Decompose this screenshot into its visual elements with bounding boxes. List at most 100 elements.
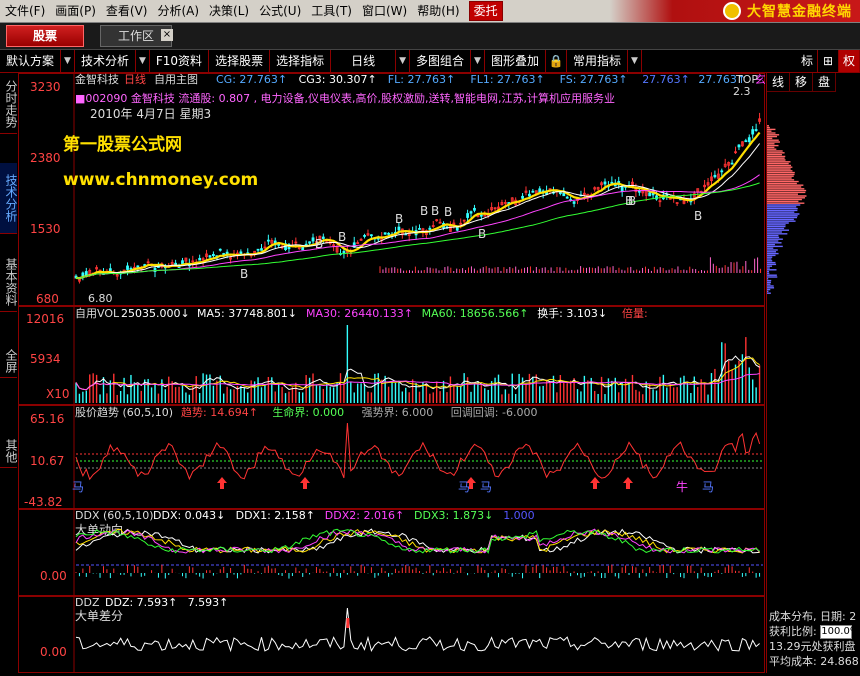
indicator-value: 换手: 3.103↓	[537, 306, 607, 320]
right-tab-board[interactable]: 盘	[813, 73, 836, 92]
panel-frames	[18, 73, 765, 673]
side-tab-other[interactable]: 其他	[0, 435, 18, 468]
menu-file[interactable]: 文件(F)	[0, 0, 50, 22]
common-indicator-button[interactable]: 常用指标	[567, 50, 628, 72]
candle-body	[455, 226, 459, 231]
watermark-url: www.chnmoney.com	[63, 170, 258, 190]
date-label: 2010年 4月7日 星期3	[90, 107, 211, 121]
buy-signal: B	[628, 194, 636, 208]
menu-tools[interactable]: 工具(T)	[306, 0, 357, 22]
chevron-down-icon[interactable]: ▼	[136, 50, 150, 72]
entrust-button[interactable]: 委托	[468, 1, 503, 21]
trend-marker: 牛	[676, 479, 688, 494]
indicator-value: FL1: 27.763↑	[470, 73, 544, 86]
toolbar: 默认方案 ▼ 技术分析 ▼ F10资料 选择股票 选择指标 日线 ▼ 多图组合 …	[0, 50, 860, 73]
volume-indicator-values: 25035.000↓ MA5: 37748.801↓ MA30: 26440.133…	[121, 306, 648, 320]
right-tab-move[interactable]: 移	[790, 73, 813, 92]
ddx-y-axis: 0.00	[40, 569, 67, 583]
side-tab-fundamentals[interactable]: 基本资料	[0, 253, 18, 312]
period-daily-button[interactable]: 日线	[331, 50, 397, 72]
chevron-down-icon[interactable]: ▼	[471, 50, 485, 72]
menu-formula[interactable]: 公式(U)	[254, 0, 306, 22]
candle-body	[260, 248, 263, 251]
chart-area[interactable]: 金智科技 日线 自用主图 CG: 27.763↑ CG3: 30.307↑ FL: …	[18, 72, 799, 673]
rights-button[interactable]: 权	[839, 50, 860, 72]
indicator-value: MA30: 26440.133↑	[306, 307, 413, 320]
candle-body	[479, 214, 483, 217]
f10-button[interactable]: F10资料	[150, 50, 210, 72]
menu-screen[interactable]: 画面(P)	[50, 0, 101, 22]
trend-y-label: 65.16	[30, 412, 64, 426]
low-mark: 6.80	[88, 292, 113, 305]
side-tab-fullscreen[interactable]: 全屏	[0, 345, 18, 378]
candle-body	[565, 196, 569, 199]
trend-header: 股价趋势 (60,5,10) 趋势: 14.694↑ 生命界: 0.000 强势界:…	[75, 405, 537, 419]
ddz-peak-bar	[346, 618, 350, 628]
top-value: 2.3	[733, 85, 751, 98]
indicator-value: 倍量:	[622, 306, 648, 320]
candle-body	[737, 144, 741, 148]
candle-body	[648, 192, 652, 197]
indicator-value: DDX1: 2.158↑	[236, 509, 315, 522]
ddz-header: DDZ DDZ: 7.593↑ 7.593↑ 大单差分	[75, 596, 228, 623]
ddz-y-label: 0.00	[40, 645, 67, 659]
candle-body	[363, 235, 366, 237]
candle-body	[308, 241, 311, 244]
ddx-label: DDX (60,5,10)	[75, 509, 154, 522]
up-arrow-icon	[300, 477, 310, 489]
chevron-down-icon[interactable]: ▼	[628, 50, 642, 72]
menu-window[interactable]: 窗口(W)	[357, 0, 412, 22]
price-y-label: 2380	[30, 151, 61, 165]
mark-button[interactable]: 标	[797, 50, 818, 72]
indicator-value: 回调回调: -6.000	[451, 406, 538, 419]
right-tab-line[interactable]: 线	[767, 73, 790, 92]
menu-help[interactable]: 帮助(H)	[412, 0, 464, 22]
stock-name: 金智科技	[75, 73, 119, 86]
up-arrow-icon	[623, 477, 633, 489]
price-indicator-values: CG: 27.763↑ CG3: 30.307↑ FL: 27.763↑ FL1: 2…	[216, 72, 799, 86]
select-indicator-button[interactable]: 选择指标	[270, 50, 332, 72]
cost-ratio-label: 获利比例:	[769, 625, 817, 638]
default-scheme-button[interactable]: 默认方案	[0, 50, 62, 72]
tab-row: 股票 工作区 ×	[0, 23, 860, 50]
menu-analysis[interactable]: 分析(A)	[152, 0, 204, 22]
indicator-value: DDX3: 1.873↓	[414, 509, 493, 522]
chevron-down-icon[interactable]: ▼	[396, 50, 411, 72]
ddz-indicator-values: DDZ: 7.593↑ 7.593↑	[105, 596, 228, 609]
volume-y-axis: 12016 5934 X10	[26, 312, 70, 401]
tech-analysis-button[interactable]: 技术分析	[75, 50, 136, 72]
candle-body	[211, 254, 215, 257]
chevron-down-icon[interactable]: ▼	[61, 50, 75, 72]
trend-marker: 马	[458, 480, 470, 494]
side-tab-tech-analysis[interactable]: 技术分析	[0, 163, 18, 234]
ddx-indicator-values: DDX: 0.043↓ DDX1: 2.158↑ DDX2: 2.016↑ DDX3:…	[153, 509, 535, 522]
chart-canvas[interactable]: 金智科技 日线 自用主图 CG: 27.763↑ CG3: 30.307↑ FL: …	[18, 72, 799, 673]
trend-line	[75, 422, 761, 481]
price-y-label: 1530	[30, 222, 61, 236]
lock-icon[interactable]: 🔒	[546, 50, 567, 72]
menu-view[interactable]: 查看(V)	[101, 0, 153, 22]
menu-decision[interactable]: 决策(L)	[204, 0, 254, 22]
indicator-value: 7.593↑	[188, 596, 229, 609]
candle-body	[181, 260, 184, 265]
side-tab-intraday[interactable]: 分时走势	[0, 75, 18, 134]
indicator-value: DDZ: 7.593↑	[105, 596, 177, 609]
stock-info-row: ■002090 金智科技 流通股: 0.807 , 电力设备,仪电仪表,高价,股…	[75, 91, 615, 105]
close-icon[interactable]: ×	[161, 29, 173, 41]
trend-y-label: 10.67	[30, 454, 64, 468]
tab-stock[interactable]: 股票	[6, 25, 84, 47]
right-panel: 线 移 盘 成本分布, 日期: 2 获利比例: 100.0% 13.29元处获利…	[766, 73, 860, 673]
multi-chart-button[interactable]: 多图组合	[410, 50, 472, 72]
cost-average: 平均成本: 24.868	[769, 655, 859, 668]
grid-icon[interactable]: ⊞	[818, 50, 839, 72]
trend-y-axis: 65.16 10.67 -43.82	[24, 412, 64, 509]
overlay-button[interactable]: 图形叠加	[485, 50, 546, 72]
cost-ratio-value[interactable]: 100.0%	[820, 625, 859, 639]
indicator-value: 25035.000↓	[121, 307, 190, 320]
indicator-value: FS: 27.763↑	[560, 73, 628, 86]
buy-signal: B	[315, 237, 323, 251]
candle-body	[744, 140, 748, 143]
indicator-value: MA60: 18656.566↑	[422, 307, 529, 320]
select-stock-button[interactable]: 选择股票	[209, 50, 271, 72]
watermark-title: 第一股票公式网	[63, 134, 182, 155]
